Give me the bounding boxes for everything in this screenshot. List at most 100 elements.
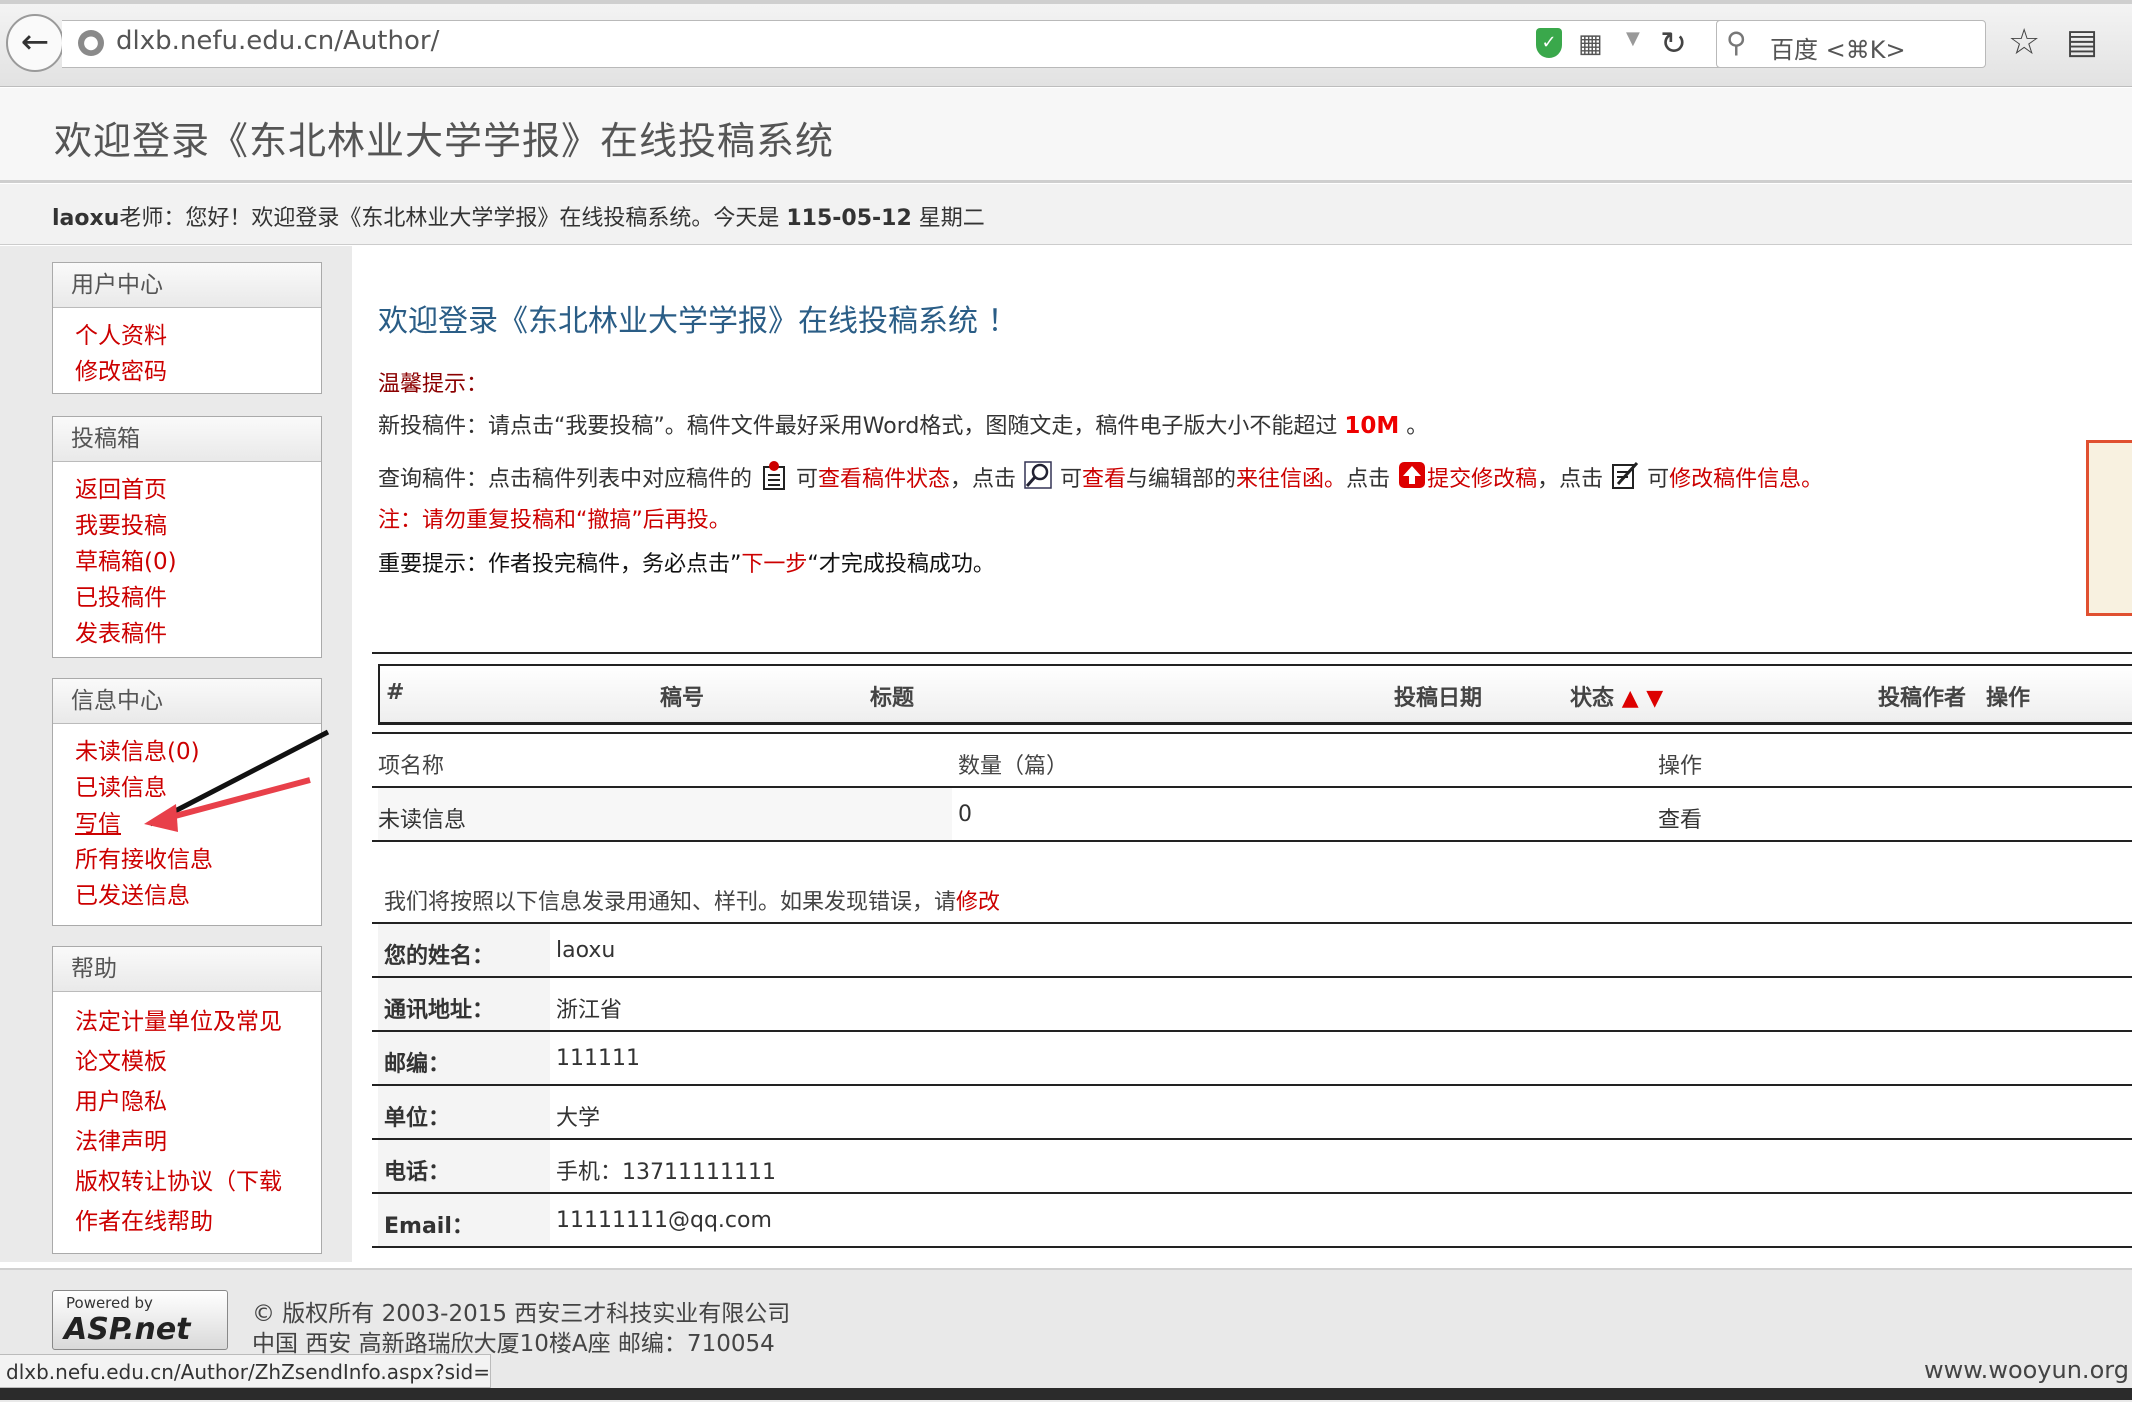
edit-document-icon: [1612, 461, 1639, 489]
message-center-title: 信息中心: [53, 679, 321, 724]
new-submission-tip: 新投稿件：请点击“我要投稿”。稿件文件最好采用Word格式，图随文走，稿件电子版…: [378, 408, 1428, 440]
msg-col-name: 项名称: [378, 754, 445, 779]
col-author: 投稿作者: [1878, 686, 1967, 711]
document-status-icon: [763, 461, 785, 490]
help-item-units[interactable]: 法定计量单位及常见: [75, 1002, 321, 1042]
greeting-user: laoxu: [52, 206, 120, 231]
greeting-text: laoxu老师：您好！欢迎登录《东北林业大学学报》在线投稿系统。今天是 115-…: [52, 200, 985, 232]
col-status: 状态 ▲ ▼: [1570, 680, 1663, 712]
greeting-weekday: 星期二: [911, 206, 985, 231]
back-button[interactable]: ←: [6, 14, 64, 72]
annotation-arrows: [144, 729, 330, 832]
profile-value-zip: 111111: [556, 1046, 640, 1071]
reload-icon[interactable]: ↻: [1660, 24, 1687, 62]
profile-label-phone: 电话：: [384, 1160, 451, 1185]
query-text-1: 查询稿件：点击稿件列表中对应稿件的: [378, 467, 759, 492]
query-tip: 查询稿件：点击稿件列表中对应稿件的 可查看稿件状态，点击 可查看与编辑部的来往信…: [378, 460, 1823, 493]
submission-box-panel: 投稿箱 返回首页 我要投稿 草稿箱(0) 已投稿件 发表稿件: [52, 416, 322, 658]
sidebar-item-all-received[interactable]: 所有接收信息: [75, 842, 321, 878]
view-link[interactable]: 查看: [1082, 467, 1126, 492]
divider: [372, 1138, 2132, 1140]
profile-value-address: 浙江省: [556, 998, 623, 1023]
watermark: www.wooyun.org: [1924, 1356, 2129, 1384]
help-item-legal[interactable]: 法律声明: [75, 1122, 321, 1162]
msg-col-count: 数量（篇）: [958, 754, 1069, 779]
dropdown-arrow-icon[interactable]: ▼: [1626, 28, 1640, 49]
shield-icon[interactable]: ✓: [1536, 28, 1562, 58]
new-submission-text: 新投稿件：请点击“我要投稿”。稿件文件最好采用Word格式，图随文走，稿件电子版…: [378, 414, 1345, 439]
help-panel: 帮助 法定计量单位及常见 论文模板 用户隐私 法律声明 版权转让协议（下载 作者…: [52, 946, 322, 1254]
bookmark-star-icon[interactable]: ☆: [2008, 22, 2040, 63]
greeting-date: 115-05-12: [786, 206, 912, 231]
view-unread-link[interactable]: 查看: [1658, 802, 1702, 834]
query-text-6: 点击: [1346, 467, 1398, 492]
query-text-7: ，点击: [1537, 467, 1611, 492]
profile-value-name: laoxu: [556, 938, 616, 963]
user-center-panel: 用户中心 个人资料 修改密码: [52, 262, 322, 394]
side-banner-image[interactable]: [2086, 440, 2132, 616]
main-title: 欢迎登录《东北林业大学学报》在线投稿系统 ！: [378, 304, 1018, 339]
status-url: dlxb.nefu.edu.cn/Author/ZhZsendInfo.aspx…: [6, 1360, 490, 1384]
max-size: 10M: [1344, 413, 1400, 439]
edit-info-link[interactable]: 修改: [956, 890, 1000, 915]
sidebar-item-drafts[interactable]: 草稿箱(0): [75, 544, 321, 580]
divider: [372, 1084, 2132, 1086]
query-text-2: 可: [789, 467, 818, 492]
profile-label-zip: 邮编：: [384, 1052, 451, 1077]
help-item-online-help[interactable]: 作者在线帮助: [75, 1202, 321, 1242]
msg-row-name: 未读信息: [378, 808, 467, 833]
col-actions: 操作: [1986, 686, 2031, 711]
sidebar-item-submitted[interactable]: 已投稿件: [75, 580, 321, 616]
reading-list-icon[interactable]: ▤: [2066, 22, 2098, 62]
sidebar-item-home[interactable]: 返回首页: [75, 472, 321, 508]
help-title: 帮助: [53, 947, 321, 992]
profile-value-unit: 大学: [556, 1106, 601, 1131]
sidebar-item-change-password[interactable]: 修改密码: [75, 354, 321, 390]
asp-net-logo: ASP.net: [64, 1312, 191, 1347]
upload-arrow-icon: [1399, 462, 1426, 488]
qr-code-icon[interactable]: ▦: [1578, 30, 1606, 58]
col-index: #: [386, 680, 405, 705]
sidebar-item-profile[interactable]: 个人资料: [75, 318, 321, 354]
important-text-2: “才完成投稿成功。: [807, 552, 995, 577]
col-submit-date: 投稿日期: [1394, 686, 1483, 711]
modify-info-link[interactable]: 修改稿件信息。: [1669, 467, 1823, 492]
greeting-message: 老师：您好！欢迎登录《东北林业大学学报》在线投稿系统。今天是: [119, 206, 787, 231]
sort-desc-icon[interactable]: ▼: [1646, 686, 1663, 711]
site-title: 欢迎登录《东北林业大学学报》在线投稿系统: [54, 119, 835, 163]
profile-label-address: 通讯地址：: [384, 998, 495, 1023]
profile-value-email: 11111111@qq.com: [556, 1208, 772, 1233]
correspondence-link[interactable]: 来往信函。: [1236, 467, 1346, 492]
msg-row-count: 0: [958, 802, 972, 827]
red-arrow-line: [159, 777, 311, 823]
globe-icon: ●: [78, 30, 104, 56]
footer-copyright: © 版权所有 2003-2015 西安三才科技实业有限公司: [252, 1301, 791, 1327]
sort-asc-icon[interactable]: ▲: [1622, 686, 1639, 711]
address-url[interactable]: dlxb.nefu.edu.cn/Author/: [116, 26, 439, 56]
submission-box-title: 投稿箱: [53, 417, 321, 462]
tab-strip: [0, 0, 2132, 4]
query-text-5: 与编辑部的: [1126, 467, 1237, 492]
sidebar-item-sent[interactable]: 已发送信息: [75, 878, 321, 914]
profile-label-unit: 单位：: [384, 1106, 451, 1131]
query-text-3: ，点击: [950, 467, 1024, 492]
help-item-privacy[interactable]: 用户隐私: [75, 1082, 321, 1122]
submit-revision-link[interactable]: 提交修改稿: [1427, 467, 1537, 492]
col-status-label: 状态: [1570, 686, 1615, 711]
search-placeholder: 百度 <⌘K>: [1770, 36, 1906, 64]
next-step-link[interactable]: 下一步: [741, 552, 807, 577]
user-center-title: 用户中心: [53, 263, 321, 308]
powered-by-text: Powered by: [66, 1294, 153, 1312]
help-item-copyright-agreement[interactable]: 版权转让协议（下载: [75, 1162, 321, 1202]
tips-label: 温馨提示：: [378, 372, 489, 397]
divider: [372, 1246, 2132, 1248]
sidebar-item-submit[interactable]: 我要投稿: [75, 508, 321, 544]
view-status-link[interactable]: 查看稿件状态: [818, 467, 950, 492]
query-text-4: 可: [1053, 467, 1083, 492]
help-item-template[interactable]: 论文模板: [75, 1042, 321, 1082]
footer-address: 中国 西安 高新路瑞欣大厦10楼A座 邮编：710054: [252, 1331, 775, 1357]
sidebar-item-published[interactable]: 发表稿件: [75, 616, 321, 652]
msg-col-action: 操作: [1658, 754, 1703, 779]
repeat-warning: 注：请勿重复投稿和“撤搞”后再投。: [378, 508, 731, 533]
profile-value-phone: 手机：13711111111: [556, 1160, 776, 1185]
